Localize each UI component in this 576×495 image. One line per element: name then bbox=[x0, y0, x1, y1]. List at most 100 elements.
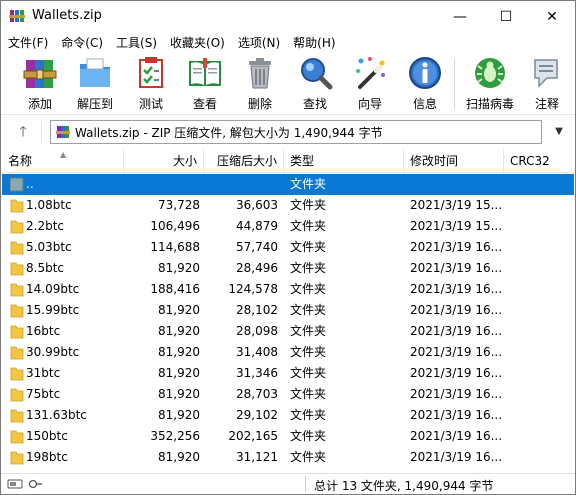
status-summary: 总计 13 文件夹, 1,490,944 字节 bbox=[314, 479, 494, 493]
cell-size: 81,920 bbox=[158, 366, 200, 380]
column-crc-label: CRC32 bbox=[510, 154, 550, 168]
cell-name: 1.08btc bbox=[10, 195, 124, 216]
open-book-icon bbox=[189, 58, 221, 86]
cell-type: 文件夹 bbox=[290, 177, 327, 191]
column-name[interactable]: 名称 ▲ bbox=[2, 149, 124, 173]
cell-packed-size: 28,102 bbox=[236, 303, 278, 317]
find-label: 查找 bbox=[302, 97, 327, 111]
cell-type: 文件夹 bbox=[290, 282, 327, 296]
info-button[interactable]: 信息 bbox=[403, 55, 447, 113]
sort-ascending-icon: ▲ bbox=[60, 150, 67, 159]
cell-modified bbox=[410, 174, 502, 195]
address-dropdown-button[interactable]: ▼ bbox=[550, 123, 568, 141]
table-row[interactable]: 30.99btc 81,920 31,408 文件夹 2021/3/19 16... bbox=[2, 342, 574, 363]
menu-file[interactable]: 文件(F) bbox=[1, 32, 54, 52]
cell-modified: 2021/3/19 15... bbox=[410, 198, 502, 212]
cell-modified: 2021/3/19 16... bbox=[410, 282, 502, 296]
column-size[interactable]: 大小 bbox=[124, 149, 204, 173]
cell-size: 81,920 bbox=[158, 387, 200, 401]
cell-crc32 bbox=[510, 300, 570, 321]
file-name: 2.2btc bbox=[26, 219, 65, 233]
address-separator bbox=[41, 121, 42, 143]
title-bar[interactable]: Wallets.zip — ☐ ✕ bbox=[1, 1, 575, 32]
cell-crc32 bbox=[510, 384, 570, 405]
cell-crc32 bbox=[510, 174, 570, 195]
cell-packed-size: 28,496 bbox=[236, 261, 278, 275]
comment-note-icon bbox=[534, 59, 558, 88]
cell-crc32 bbox=[510, 195, 570, 216]
close-button[interactable]: ✕ bbox=[529, 1, 575, 32]
folder-icon bbox=[10, 220, 24, 234]
winrar-window: Wallets.zip — ☐ ✕ 文件(F) 命令(C) 工具(S) 收藏夹(… bbox=[0, 0, 576, 495]
drive-key-icon bbox=[7, 479, 42, 489]
column-packed-size[interactable]: 压缩后大小 bbox=[204, 149, 284, 173]
table-row[interactable]: 16btc 81,920 28,098 文件夹 2021/3/19 16... bbox=[2, 321, 574, 342]
table-row[interactable]: 150btc 352,256 202,165 文件夹 2021/3/19 16... bbox=[2, 426, 574, 447]
cell-type: 文件夹 bbox=[290, 324, 327, 338]
column-crc32[interactable]: CRC32 bbox=[504, 149, 574, 173]
menu-tools[interactable]: 工具(S) bbox=[109, 32, 163, 52]
close-icon: ✕ bbox=[546, 8, 558, 25]
view-button[interactable]: 查看 bbox=[182, 55, 228, 113]
cell-crc32 bbox=[510, 342, 570, 363]
table-row[interactable]: 75btc 81,920 28,703 文件夹 2021/3/19 16... bbox=[2, 384, 574, 405]
menu-commands[interactable]: 命令(C) bbox=[54, 32, 109, 52]
cell-size: 81,920 bbox=[158, 450, 200, 464]
minimize-icon: — bbox=[453, 8, 467, 25]
cell-name: 8.5btc bbox=[10, 258, 124, 279]
menu-favorites[interactable]: 收藏夹(O) bbox=[163, 32, 231, 52]
extract-to-button[interactable]: 解压到 bbox=[73, 55, 117, 113]
column-name-label: 名称 bbox=[8, 154, 33, 168]
column-type[interactable]: 类型 bbox=[284, 149, 404, 173]
maximize-button[interactable]: ☐ bbox=[483, 1, 529, 32]
cell-modified: 2021/3/19 16... bbox=[410, 261, 502, 275]
file-name: 8.5btc bbox=[26, 261, 65, 275]
cell-modified: 2021/3/19 16... bbox=[410, 345, 502, 359]
extract-to-label: 解压到 bbox=[76, 97, 113, 111]
maximize-icon: ☐ bbox=[499, 8, 513, 25]
table-row[interactable]: 1.08btc 73,728 36,603 文件夹 2021/3/19 15... bbox=[2, 195, 574, 216]
table-row[interactable]: 131.63btc 81,920 29,102 文件夹 2021/3/19 16... bbox=[2, 405, 574, 426]
menu-help[interactable]: 帮助(H) bbox=[286, 32, 341, 52]
table-row[interactable]: 15.99btc 81,920 28,102 文件夹 2021/3/19 16... bbox=[2, 300, 574, 321]
scan-virus-button[interactable]: 扫描病毒 bbox=[461, 55, 519, 113]
cell-packed-size: 29,102 bbox=[236, 408, 278, 422]
minimize-button[interactable]: — bbox=[437, 1, 483, 32]
file-name: 198btc bbox=[26, 450, 68, 464]
file-list[interactable]: 名称 ▲ 大小 压缩后大小 类型 修改时间 CRC32 .. 文件夹 1.08btc… bbox=[2, 149, 574, 471]
folder-icon bbox=[10, 388, 24, 402]
table-row[interactable]: 198btc 81,920 31,121 文件夹 2021/3/19 16... bbox=[2, 447, 574, 468]
cell-type: 文件夹 bbox=[290, 261, 327, 275]
delete-label: 删除 bbox=[247, 97, 272, 111]
table-row[interactable]: 31btc 81,920 31,346 文件夹 2021/3/19 16... bbox=[2, 363, 574, 384]
cell-modified: 2021/3/19 15... bbox=[410, 219, 502, 233]
test-button[interactable]: 测试 bbox=[129, 55, 173, 113]
cell-size: 73,728 bbox=[158, 198, 200, 212]
column-modified[interactable]: 修改时间 bbox=[404, 149, 504, 173]
delete-button[interactable]: 删除 bbox=[238, 55, 282, 113]
table-row[interactable]: 14.09btc 188,416 124,578 文件夹 2021/3/19 16... bbox=[2, 279, 574, 300]
cell-name: .. bbox=[10, 174, 124, 195]
cell-crc32 bbox=[510, 363, 570, 384]
cell-size bbox=[124, 174, 202, 195]
cell-type: 文件夹 bbox=[290, 303, 327, 317]
cell-crc32 bbox=[510, 258, 570, 279]
find-button[interactable]: 查找 bbox=[293, 55, 337, 113]
cell-size: 81,920 bbox=[158, 261, 200, 275]
archive-books-icon bbox=[23, 60, 57, 88]
address-field[interactable]: Wallets.zip - ZIP 压缩文件, 解包大小为 1,490,944 … bbox=[50, 120, 542, 144]
table-row[interactable]: 8.5btc 81,920 28,496 文件夹 2021/3/19 16... bbox=[2, 258, 574, 279]
wizard-button[interactable]: 向导 bbox=[348, 55, 392, 113]
table-row[interactable]: 5.03btc 114,688 57,740 文件夹 2021/3/19 16... bbox=[2, 237, 574, 258]
parent-folder-icon bbox=[10, 177, 24, 192]
up-one-level-button[interactable]: 🡑 bbox=[13, 122, 33, 142]
cell-type: 文件夹 bbox=[290, 408, 327, 422]
comment-button[interactable]: 注释 bbox=[525, 55, 569, 113]
table-row[interactable]: 2.2btc 106,496 44,879 文件夹 2021/3/19 15... bbox=[2, 216, 574, 237]
file-name: 5.03btc bbox=[26, 240, 72, 254]
parent-folder-row[interactable]: .. 文件夹 bbox=[2, 174, 574, 195]
cell-name: 5.03btc bbox=[10, 237, 124, 258]
add-button[interactable]: 添加 bbox=[18, 55, 62, 113]
menu-options[interactable]: 选项(N) bbox=[231, 32, 286, 52]
cell-packed-size: 31,121 bbox=[236, 450, 278, 464]
